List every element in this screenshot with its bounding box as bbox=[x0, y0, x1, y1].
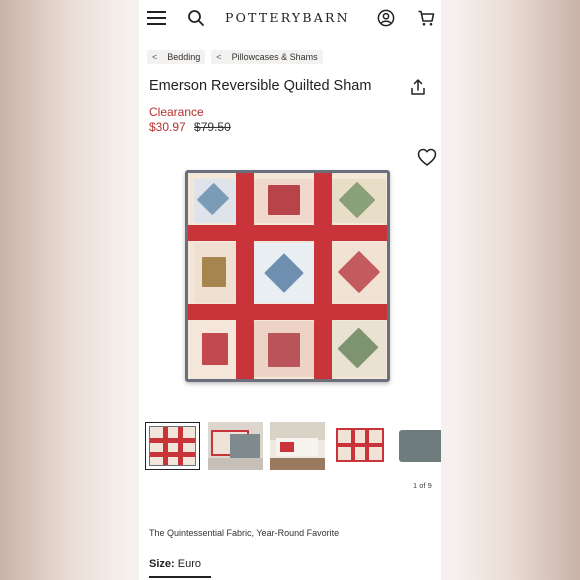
breadcrumb-label: Bedding bbox=[167, 52, 201, 62]
thumbnail-2[interactable] bbox=[208, 422, 263, 470]
image-counter: 1 of 9 bbox=[413, 481, 432, 490]
size-selector-label: Size: Euro bbox=[149, 558, 201, 570]
thumbnail-4[interactable] bbox=[334, 422, 389, 470]
cart-icon[interactable] bbox=[417, 9, 435, 27]
breadcrumb-label: Pillowcases & Shams bbox=[231, 52, 318, 62]
quilt-patch bbox=[268, 333, 300, 367]
chevron-left-icon: < bbox=[152, 52, 158, 62]
thumbnail-5[interactable] bbox=[397, 422, 441, 470]
quilt-sashing bbox=[188, 225, 387, 241]
thumbnail-1[interactable] bbox=[145, 422, 200, 470]
quilt-patch bbox=[268, 185, 300, 215]
size-value: Euro bbox=[177, 558, 201, 570]
quilt-patch bbox=[202, 333, 228, 365]
breadcrumb-pillowcases-shams[interactable]: < Pillowcases & Shams bbox=[211, 50, 323, 64]
account-icon[interactable] bbox=[377, 9, 395, 27]
quilt-sashing bbox=[188, 304, 387, 320]
search-icon[interactable] bbox=[187, 9, 205, 27]
top-nav: POTTERYBARN bbox=[139, 0, 441, 36]
product-title: Emerson Reversible Quilted Sham bbox=[149, 78, 372, 94]
quilt-sashing bbox=[236, 173, 254, 379]
price-row: $30.97 $79.50 bbox=[149, 120, 231, 134]
product-page: POTTERYBARN < Bedding < Pillowcases & Sh… bbox=[139, 0, 441, 580]
quilt-patch bbox=[202, 257, 226, 287]
original-price: $79.50 bbox=[194, 120, 231, 134]
quilt-sashing bbox=[314, 173, 332, 379]
product-tagline: The Quintessential Fabric, Year-Round Fa… bbox=[149, 528, 340, 538]
breadcrumb: < Bedding < Pillowcases & Shams bbox=[147, 49, 329, 65]
size-option-underline[interactable] bbox=[149, 576, 211, 578]
chevron-left-icon: < bbox=[216, 52, 222, 62]
brand-logo[interactable]: POTTERYBARN bbox=[225, 10, 348, 25]
sale-price: $30.97 bbox=[149, 120, 186, 134]
breadcrumb-bedding[interactable]: < Bedding bbox=[147, 50, 206, 64]
share-icon[interactable] bbox=[409, 78, 427, 96]
thumbnail-3[interactable] bbox=[270, 422, 325, 470]
thumbnail-strip bbox=[139, 421, 441, 473]
product-image[interactable] bbox=[185, 170, 390, 382]
size-label: Size: bbox=[149, 558, 175, 570]
heart-icon[interactable] bbox=[417, 148, 437, 167]
clearance-badge: Clearance bbox=[149, 105, 204, 119]
menu-icon[interactable] bbox=[147, 11, 166, 25]
